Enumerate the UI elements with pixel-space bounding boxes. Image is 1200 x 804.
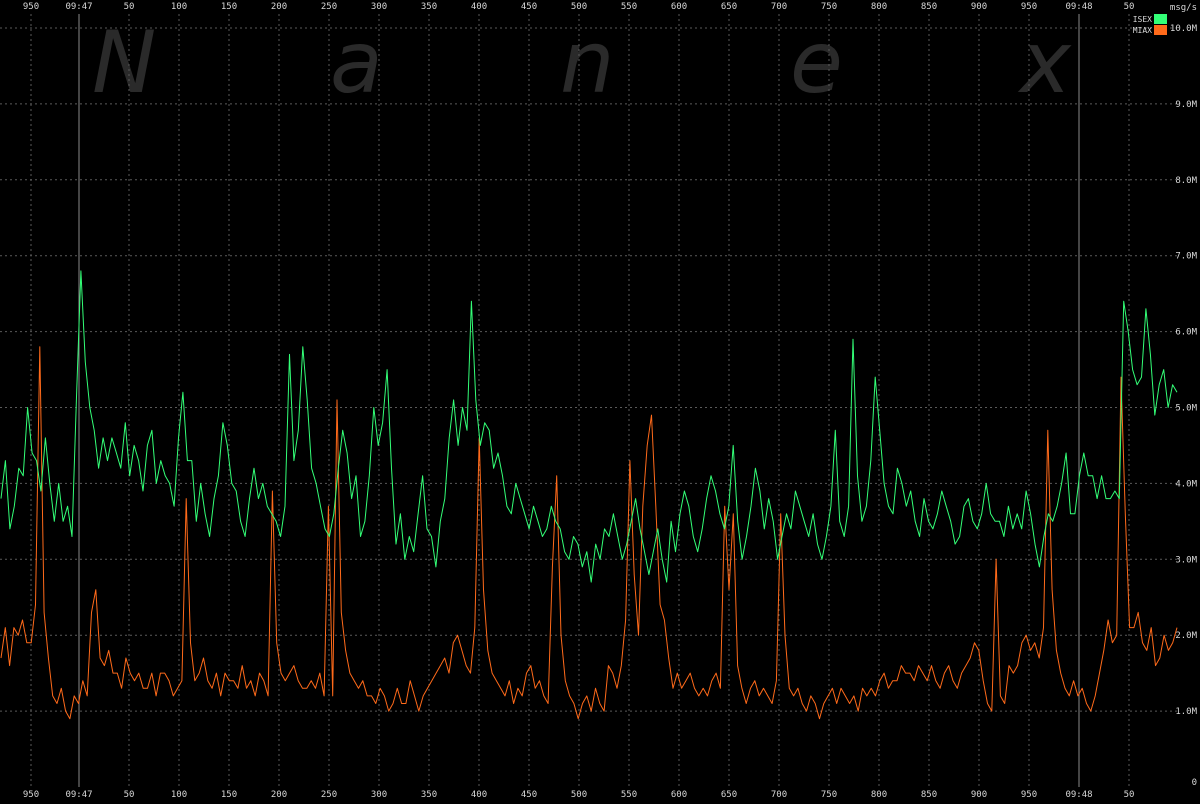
y-tick-label: 5.0M [1175,404,1197,414]
y-tick-label: 6.0M [1175,328,1197,338]
x-tick-label-bottom: 400 [471,790,487,800]
x-tick-label-top: 800 [871,2,887,12]
y-tick-label: 1.0M [1175,707,1197,717]
x-tick-label-top: 850 [921,2,937,12]
x-tick-label-bottom: 09:48 [1065,790,1092,800]
y-tick-label: 7.0M [1175,252,1197,262]
x-tick-label-bottom: 950 [23,790,39,800]
legend-swatch-isex [1154,14,1167,24]
x-tick-label-bottom: 450 [521,790,537,800]
x-tick-label-bottom: 700 [771,790,787,800]
y-tick-label: 10.0M [1170,24,1198,34]
y-tick-label: 3.0M [1175,555,1197,565]
x-tick-label-top: 900 [971,2,987,12]
x-tick-label-bottom: 200 [271,790,287,800]
x-tick-label-bottom: 250 [321,790,337,800]
x-tick-label-bottom: 550 [621,790,637,800]
series-line-isex [0,270,1178,583]
x-tick-label-bottom: 600 [671,790,687,800]
x-tick-label-top: 09:47 [65,2,92,12]
y-tick-label: 9.0M [1175,100,1197,110]
x-tick-label-bottom: 09:47 [65,790,92,800]
x-tick-label-bottom: 50 [124,790,135,800]
y-unit-label: msg/s [1170,3,1197,13]
chart-container: Nanex 0 1.0M 2.0M 3.0M 4.0M 5.0M 6.0M 7.0M 8.0M 9… [0,0,1200,800]
y-tick-label: 4.0M [1175,479,1197,489]
x-tick-label-top: 400 [471,2,487,12]
x-tick-label-top: 300 [371,2,387,12]
x-tick-label-top: 950 [1021,2,1037,12]
x-tick-label-bottom: 750 [821,790,837,800]
y-tick-label: 0 [1192,778,1197,788]
chart-grid [0,14,1178,787]
line-chart: Nanex 01.0M2.0M3.0M4.0M5.0M6.0M7.0M8.0M9… [0,2,1198,800]
x-tick-label-top: 650 [721,2,737,12]
x-tick-label-bottom: 900 [971,790,987,800]
chart-axes: 0 1.0M 2.0M 3.0M 4.0M 5.0M 6.0M 7.0M 8.0M 9.0M 10.… [23,2,1198,800]
x-tick-label-bottom: 100 [171,790,187,800]
x-tick-label-bottom: 950 [1021,790,1037,800]
y-tick-label: 8.0M [1175,176,1197,186]
x-tick-label-top: 50 [124,2,135,12]
x-tick-label-top: 50 [1124,2,1135,12]
x-tick-label-top: 350 [421,2,437,12]
legend-swatch-miax [1154,25,1167,35]
x-tick-label-bottom: 800 [871,790,887,800]
series-line-miax [0,346,1178,720]
x-tick-label-top: 600 [671,2,687,12]
x-tick-label-top: 550 [621,2,637,12]
x-tick-label-bottom: 350 [421,790,437,800]
x-tick-label-bottom: 50 [1124,790,1135,800]
x-tick-label-top: 950 [23,2,39,12]
chart-series-group [0,270,1178,720]
x-tick-label-bottom: 150 [221,790,237,800]
x-tick-label-top: 750 [821,2,837,12]
y-tick-label: 2.0M [1175,631,1197,641]
x-tick-label-bottom: 850 [921,790,937,800]
x-tick-label-top: 500 [571,2,587,12]
x-tick-label-top: 700 [771,2,787,12]
x-tick-label-bottom: 650 [721,790,737,800]
x-tick-label-top: 09:48 [1065,2,1092,12]
x-tick-label-top: 150 [221,2,237,12]
legend-label-miax: MIAX [1133,26,1152,35]
x-tick-label-bottom: 300 [371,790,387,800]
legend-label-isex: ISEX [1133,15,1152,24]
x-tick-label-top: 100 [171,2,187,12]
x-tick-label-top: 200 [271,2,287,12]
chart-legend: ISEX MIAX [1133,14,1167,35]
x-tick-label-top: 450 [521,2,537,12]
x-tick-label-top: 250 [321,2,337,12]
x-tick-label-bottom: 500 [571,790,587,800]
